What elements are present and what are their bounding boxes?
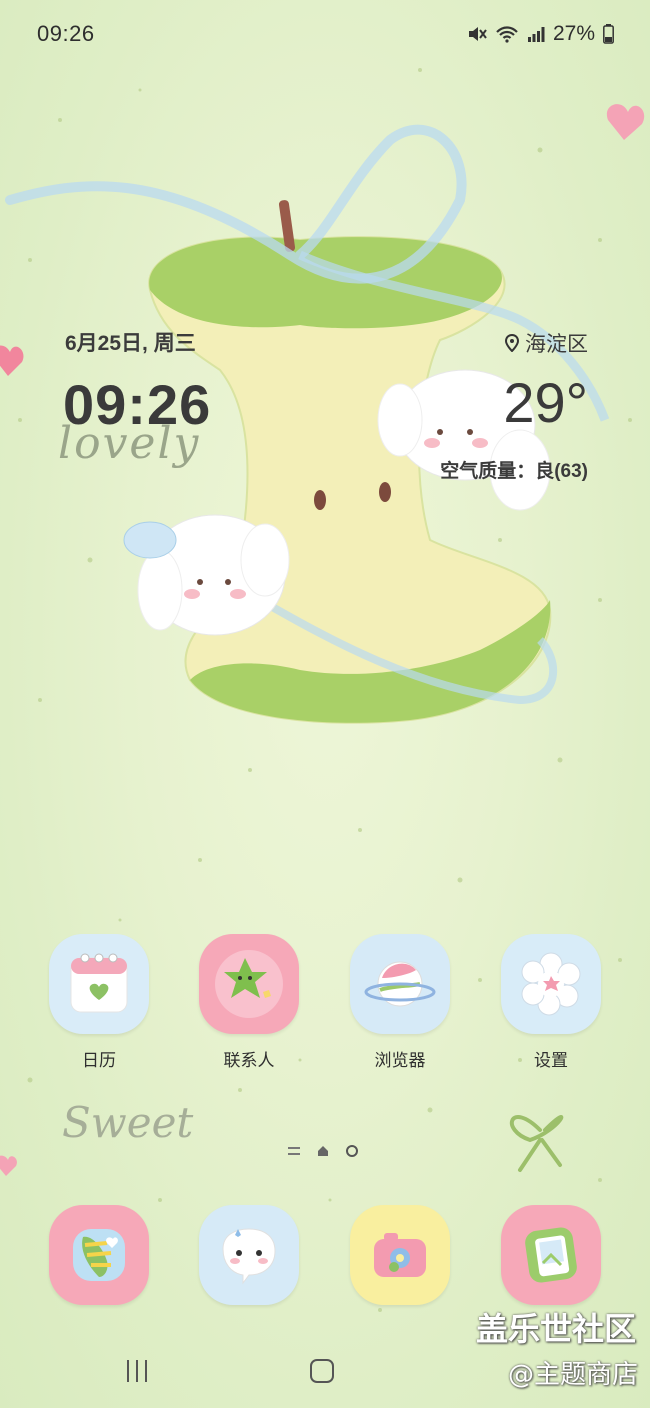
- phone-icon[interactable]: [49, 1205, 149, 1305]
- dock-camera[interactable]: [345, 1205, 455, 1305]
- status-time: 09:26: [37, 21, 95, 46]
- signal-icon: [527, 27, 545, 42]
- page-indicator[interactable]: [288, 1145, 358, 1157]
- wallpaper-text-sweet: Sweet: [62, 1098, 194, 1147]
- widget-air-quality: 空气质量：良(63): [440, 461, 588, 482]
- app-label-calendar: 日历: [82, 1051, 116, 1070]
- recent-apps-button[interactable]: [127, 1360, 147, 1382]
- camera-icon[interactable]: [350, 1205, 450, 1305]
- battery-percent: 27%: [552, 22, 595, 45]
- battery-icon: [603, 24, 614, 44]
- watermark-subtitle: @主题商店: [507, 1360, 638, 1390]
- flower-settings-icon[interactable]: [501, 934, 601, 1034]
- dock-messages[interactable]: [194, 1205, 304, 1305]
- dock-gallery[interactable]: [496, 1205, 606, 1305]
- app-label-settings: 设置: [534, 1051, 568, 1070]
- app-label-browser: 浏览器: [374, 1051, 426, 1070]
- contacts-star-icon[interactable]: [199, 934, 299, 1034]
- app-calendar[interactable]: 日历: [44, 934, 154, 1071]
- location-label: 海淀区: [525, 333, 588, 356]
- app-label-contacts: 联系人: [223, 1051, 275, 1070]
- status-icons: 27%: [467, 22, 614, 46]
- app-contacts[interactable]: 联系人: [194, 934, 304, 1071]
- widget-clock[interactable]: 09:26: [63, 372, 211, 437]
- wallpaper-illustration: [0, 68, 645, 1312]
- wifi-icon: [496, 26, 518, 43]
- messages-icon[interactable]: [199, 1205, 299, 1305]
- widget-location[interactable]: 海淀区: [505, 328, 588, 358]
- app-settings[interactable]: 设置: [496, 934, 606, 1071]
- clock-weather-widget[interactable]: 6月25日, 周三 09:26 海淀区 29° 空气质量：良(63): [0, 300, 650, 500]
- dock-phone[interactable]: [44, 1205, 154, 1305]
- bunny-left-illustration: [123, 514, 290, 636]
- app-browser[interactable]: 浏览器: [345, 934, 455, 1071]
- page-indicator-menu-icon[interactable]: [288, 1147, 300, 1155]
- calendar-icon[interactable]: [49, 934, 149, 1034]
- mute-icon: [468, 27, 487, 41]
- page-indicator-dot[interactable]: [346, 1145, 358, 1157]
- widget-temperature[interactable]: 29°: [503, 370, 588, 435]
- location-pin-icon: [505, 334, 519, 352]
- widget-date: 6月25日, 周三: [65, 332, 196, 355]
- planet-browser-icon[interactable]: [350, 934, 450, 1034]
- watermark-title: 盖乐世社区: [475, 1310, 636, 1348]
- page-indicator-home-icon[interactable]: [318, 1145, 328, 1156]
- status-bar: 09:26 27%: [0, 0, 650, 68]
- gallery-icon[interactable]: [501, 1205, 601, 1305]
- home-button[interactable]: [310, 1359, 334, 1383]
